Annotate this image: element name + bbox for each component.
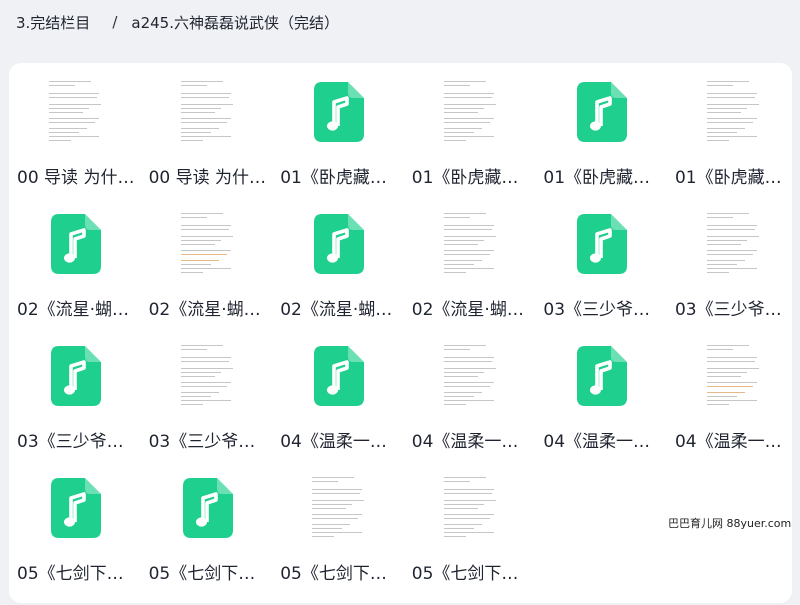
audio-file-thumb: [304, 341, 374, 411]
file-name-label: 04《温柔一刀》: [543, 432, 664, 452]
file-item[interactable]: 03《三少爷的剑》: [143, 341, 274, 473]
document-file-thumb: [436, 209, 506, 279]
audio-file-icon: [182, 478, 233, 538]
document-preview-thumbnail: [309, 473, 370, 543]
document-file-thumb: [41, 77, 111, 147]
file-item[interactable]: 05《七剑下天山》: [11, 473, 142, 605]
file-name-label: 00 导读 为什么说金庸武侠是中国人的精神读物: [17, 168, 137, 188]
document-preview-thumbnail: [440, 341, 501, 411]
document-preview-thumbnail: [46, 77, 106, 147]
audio-file-thumb: [567, 209, 637, 279]
file-item[interactable]: 03《三少爷的剑》: [11, 341, 142, 473]
file-item[interactable]: 04《温柔一刀》: [274, 341, 405, 473]
file-item[interactable]: 01《卧虎藏龙》: [537, 77, 668, 209]
document-preview-thumbnail: [440, 473, 501, 543]
file-name-label: 03《三少爷的剑》: [17, 432, 137, 452]
document-preview-thumbnail: [440, 209, 501, 279]
audio-file-thumb: [304, 209, 374, 279]
audio-file-icon: [51, 346, 101, 406]
file-item[interactable]: 01《卧虎藏龙》: [406, 77, 537, 209]
file-item[interactable]: 04《温柔一刀》: [406, 341, 537, 473]
file-item[interactable]: 04《温柔一刀》: [669, 341, 800, 473]
file-name-label: 01《卧虎藏龙》: [280, 168, 401, 188]
document-file-thumb: [699, 77, 769, 147]
file-item[interactable]: 03《三少爷的剑》: [537, 209, 668, 341]
audio-file-thumb: [173, 473, 243, 543]
audio-file-icon: [314, 214, 365, 274]
document-file-thumb: [173, 77, 243, 147]
file-item[interactable]: 01《卧虎藏龙》: [274, 77, 405, 209]
audio-file-icon: [577, 214, 628, 274]
audio-file-thumb: [304, 77, 374, 147]
file-name-label: 04《温柔一刀》: [674, 432, 795, 452]
file-name-label: 01《卧虎藏龙》: [543, 168, 664, 188]
file-item[interactable]: 00 导读 为什么说金庸武侠是中国人的精神读物: [11, 77, 142, 209]
file-item[interactable]: 05《七剑下天山》: [143, 473, 274, 605]
file-name-label: 03《三少爷的剑》: [148, 432, 269, 452]
file-name-label: 03《三少爷的剑》: [674, 300, 795, 320]
file-item[interactable]: 02《流星·蝴蝶·剑》: [11, 209, 142, 341]
document-preview-thumbnail: [177, 341, 238, 411]
breadcrumb-parent-link[interactable]: 3.完结栏目: [16, 12, 90, 33]
file-item[interactable]: 02《流星·蝴蝶·剑》: [406, 209, 537, 341]
file-item[interactable]: 00 导读 为什么说金庸武侠是中国人的精神读物: [143, 77, 274, 209]
audio-file-thumb: [41, 341, 111, 411]
breadcrumb-separator: /: [112, 13, 118, 31]
file-name-label: 00 导读 为什么说金庸武侠是中国人的精神读物: [148, 168, 269, 188]
audio-file-icon: [314, 346, 365, 406]
audio-file-icon: [577, 346, 628, 406]
breadcrumb: 3.完结栏目 / a245.六神磊磊说武侠（完结）: [16, 10, 339, 34]
file-name-label: 02《流星·蝴蝶·剑》: [148, 300, 269, 320]
file-name-label: 04《温柔一刀》: [280, 432, 401, 452]
document-file-thumb: [173, 209, 243, 279]
audio-file-thumb: [567, 77, 637, 147]
audio-file-thumb: [41, 209, 111, 279]
breadcrumb-current: a245.六神磊磊说武侠（完结）: [131, 13, 339, 32]
file-item[interactable]: 02《流星·蝴蝶·剑》: [274, 209, 405, 341]
audio-file-icon: [577, 82, 628, 142]
document-preview-thumbnail: [703, 341, 764, 411]
file-name-label: 02《流星·蝴蝶·剑》: [17, 300, 137, 320]
file-item[interactable]: 03《三少爷的剑》: [669, 209, 800, 341]
file-name-label: 05《七剑下天山》: [411, 564, 532, 584]
document-preview-thumbnail: [440, 77, 501, 147]
audio-file-icon: [51, 214, 101, 274]
file-item[interactable]: 02《流星·蝴蝶·剑》: [143, 209, 274, 341]
document-file-thumb: [699, 341, 769, 411]
audio-file-thumb: [41, 473, 111, 543]
file-item[interactable]: 05《七剑下天山》: [406, 473, 537, 605]
document-preview-thumbnail: [177, 209, 238, 279]
file-name-label: 01《卧虎藏龙》: [674, 168, 795, 188]
document-file-thumb: [436, 473, 506, 543]
document-preview-thumbnail: [177, 77, 238, 147]
file-name-label: 02《流星·蝴蝶·剑》: [280, 300, 400, 320]
file-name-label: 01《卧虎藏龙》: [411, 168, 532, 188]
audio-file-thumb: [567, 341, 637, 411]
site-watermark: 巴巴育儿网 88yuer.com: [668, 517, 792, 530]
document-file-thumb: [173, 341, 243, 411]
file-item[interactable]: 01《卧虎藏龙》: [669, 77, 800, 209]
audio-file-icon: [51, 478, 101, 538]
audio-file-icon: [314, 82, 365, 142]
document-file-thumb: [304, 473, 374, 543]
file-name-label: 03《三少爷的剑》: [543, 300, 663, 320]
file-name-label: 04《温柔一刀》: [411, 432, 532, 452]
document-file-thumb: [436, 341, 506, 411]
file-name-label: 05《七剑下天山》: [280, 564, 400, 584]
document-file-thumb: [436, 77, 506, 147]
file-item[interactable]: 05《七剑下天山》: [274, 473, 405, 605]
file-name-label: 02《流星·蝴蝶·剑》: [411, 300, 532, 320]
document-preview-thumbnail: [703, 209, 764, 279]
file-item[interactable]: 04《温柔一刀》: [537, 341, 668, 473]
document-preview-thumbnail: [703, 77, 764, 147]
file-name-label: 05《七剑下天山》: [17, 564, 137, 584]
document-file-thumb: [699, 209, 769, 279]
file-name-label: 05《七剑下天山》: [148, 564, 269, 584]
